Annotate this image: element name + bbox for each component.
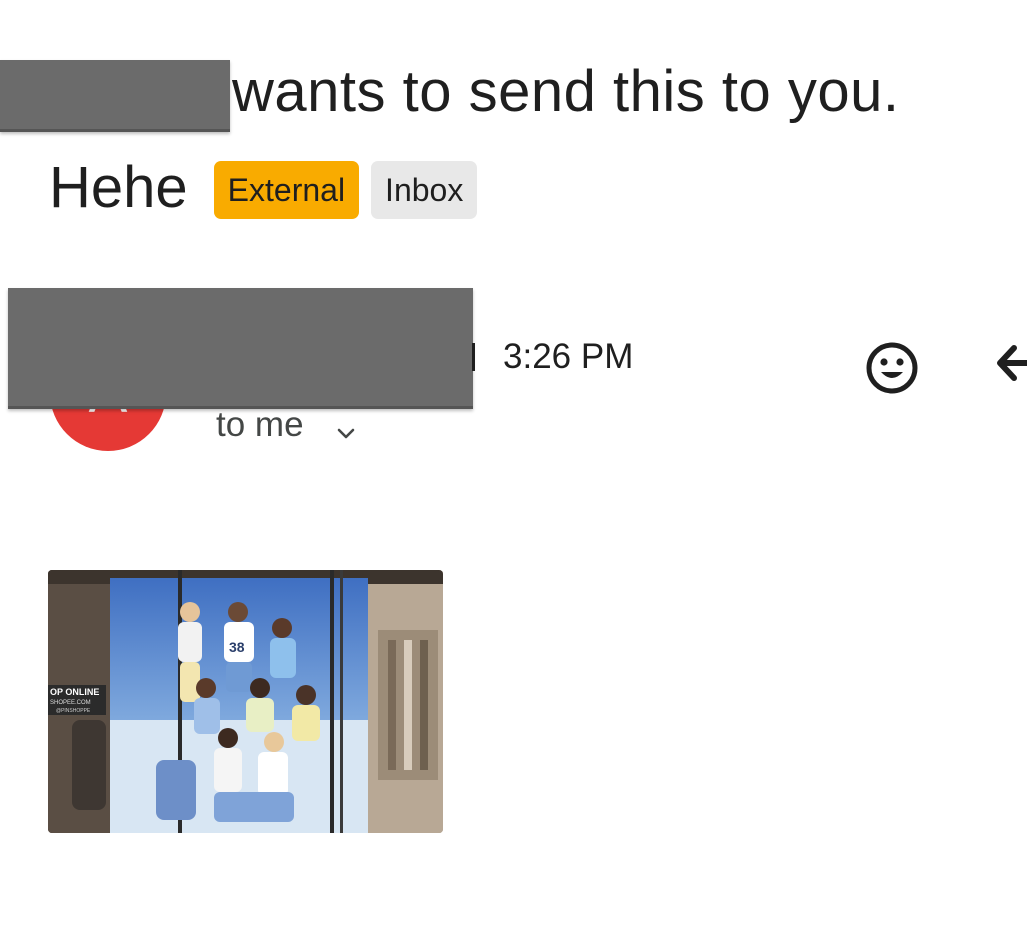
smiley-face-icon [866,342,918,394]
attachment-photo: OP ONLINE SHOPEE.COM @PINSHOPPE 38 [48,570,443,833]
attachment-shirt-number: 38 [229,639,245,655]
add-reaction-button[interactable] [862,338,922,398]
redacted-sender-name-top [0,60,230,132]
reply-arrow-icon [997,345,1027,381]
image-attachment[interactable]: OP ONLINE SHOPEE.COM @PINSHOPPE 38 [48,570,443,833]
banner-text: wants to send this to you. [232,59,900,124]
attachment-sign-line3: @PINSHOPPE [56,708,91,714]
recipient-text: to me [216,405,304,444]
email-subject: Hehe [49,155,188,220]
reply-button[interactable] [990,338,1027,398]
chevron-down-icon[interactable] [334,413,358,439]
attachment-sign-line2: SHOPEE.COM [50,700,91,706]
attachment-sign-line1: OP ONLINE [50,687,99,697]
redacted-sender-block [8,288,473,409]
recipient-details-toggle[interactable]: to me [216,404,358,446]
message-time: 3:26 PM [503,337,634,376]
subject-row: Hehe External Inbox [49,152,489,224]
external-label[interactable]: External [213,161,360,219]
sender-name-fragment [472,343,475,371]
inbox-label[interactable]: Inbox [371,161,478,219]
